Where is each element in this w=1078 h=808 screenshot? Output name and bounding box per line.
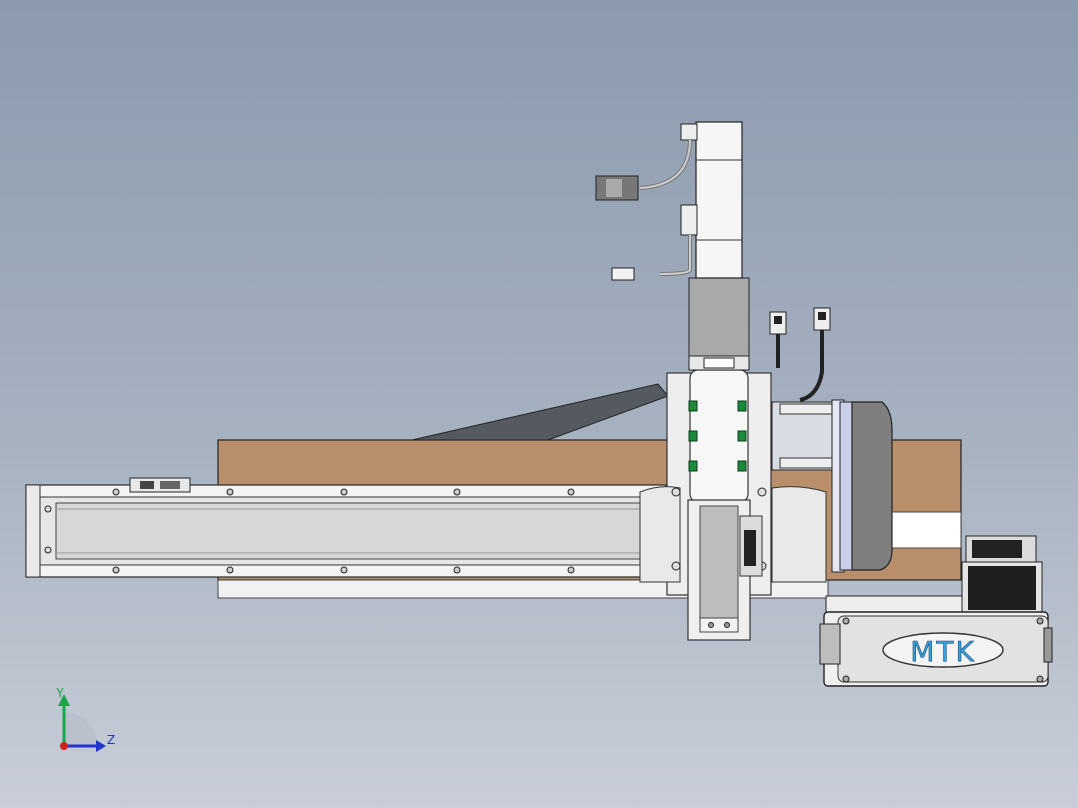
- mtk-motor-block: MTK: [819, 611, 1053, 687]
- triad-y-label: Y: [55, 686, 64, 700]
- cad-3d-viewport[interactable]: MTK Y Z: [0, 0, 1078, 808]
- brand-label: MTK: [910, 635, 976, 668]
- limit-sensor: [129, 477, 191, 493]
- cable-connectors: [769, 307, 831, 402]
- triad-z-label: Z: [107, 733, 115, 747]
- linear-module-x: [25, 477, 667, 578]
- cable-chain: [411, 383, 669, 441]
- coordinate-triad: Y Z: [55, 686, 115, 752]
- z-axis-servo-motor: [595, 121, 750, 371]
- linear-module-z: [687, 499, 763, 641]
